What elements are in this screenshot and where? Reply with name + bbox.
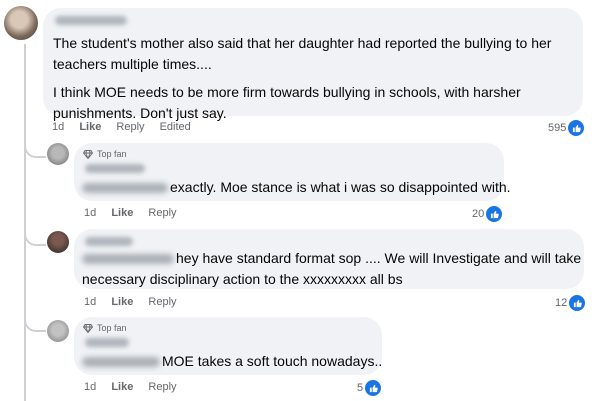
comment-bubble: Top fan MOE takes a soft touch nowadays.… bbox=[74, 317, 382, 375]
comment-bubble: The student's mother also said that her … bbox=[43, 8, 583, 121]
reply-button[interactable]: Reply bbox=[148, 296, 176, 308]
like-button[interactable]: Like bbox=[79, 121, 101, 133]
mention-tag[interactable] bbox=[82, 254, 174, 265]
top-fan-badge: Top fan bbox=[83, 149, 127, 159]
like-icon bbox=[485, 205, 504, 223]
reaction-count: 12 bbox=[555, 297, 568, 309]
comment-actions: 1d Like Reply Edited bbox=[52, 121, 203, 133]
like-icon bbox=[568, 294, 587, 312]
edited-label: Edited bbox=[159, 121, 191, 133]
avatar[interactable] bbox=[47, 231, 69, 253]
commenter-name[interactable] bbox=[55, 16, 127, 25]
like-icon bbox=[567, 119, 586, 137]
reaction-summary[interactable]: 20 bbox=[472, 205, 504, 223]
timestamp[interactable]: 1d bbox=[84, 296, 96, 308]
comment-text: exactly. Moe stance is what i was so dis… bbox=[82, 177, 511, 198]
comment-text: MOE takes a soft touch nowadays.. bbox=[82, 351, 382, 372]
reaction-count: 20 bbox=[472, 208, 485, 220]
reaction-count: 5 bbox=[357, 382, 364, 394]
reaction-summary[interactable]: 5 bbox=[357, 379, 383, 397]
diamond-icon bbox=[83, 323, 93, 333]
mention-tag[interactable] bbox=[82, 183, 168, 194]
comment-actions: 1d Like Reply bbox=[84, 296, 189, 308]
avatar[interactable] bbox=[47, 320, 69, 342]
mention-tag[interactable] bbox=[82, 357, 160, 368]
timestamp[interactable]: 1d bbox=[52, 121, 64, 133]
reaction-count: 595 bbox=[548, 122, 567, 134]
diamond-icon bbox=[83, 149, 93, 159]
like-button[interactable]: Like bbox=[111, 207, 133, 219]
comment-text: The student's mother also said that her … bbox=[53, 35, 552, 121]
commenter-name[interactable] bbox=[85, 237, 133, 246]
commenter-name[interactable] bbox=[85, 338, 129, 347]
thread-connector bbox=[24, 300, 46, 332]
comment-actions: 1d Like Reply bbox=[84, 207, 189, 219]
comment-text: hey have standard format sop .... We wil… bbox=[82, 250, 582, 287]
reply-button[interactable]: Reply bbox=[116, 121, 144, 133]
avatar[interactable] bbox=[4, 6, 38, 40]
like-icon bbox=[364, 379, 383, 397]
timestamp[interactable]: 1d bbox=[84, 207, 96, 219]
timestamp[interactable]: 1d bbox=[84, 381, 96, 393]
reply-button[interactable]: Reply bbox=[148, 207, 176, 219]
top-fan-badge: Top fan bbox=[83, 323, 127, 333]
thread-connector bbox=[24, 214, 46, 246]
reply-button[interactable]: Reply bbox=[148, 381, 176, 393]
thread-connector bbox=[24, 128, 46, 158]
commenter-name[interactable] bbox=[85, 164, 145, 173]
like-button[interactable]: Like bbox=[111, 381, 133, 393]
comment-bubble: hey have standard format sop .... We wil… bbox=[74, 229, 584, 289]
comment-bubble: Top fan exactly. Moe stance is what i wa… bbox=[74, 143, 511, 201]
like-button[interactable]: Like bbox=[111, 296, 133, 308]
reaction-summary[interactable]: 12 bbox=[555, 294, 587, 312]
reaction-summary[interactable]: 595 bbox=[548, 119, 586, 137]
comment-actions: 1d Like Reply bbox=[84, 381, 189, 393]
avatar[interactable] bbox=[47, 143, 69, 165]
